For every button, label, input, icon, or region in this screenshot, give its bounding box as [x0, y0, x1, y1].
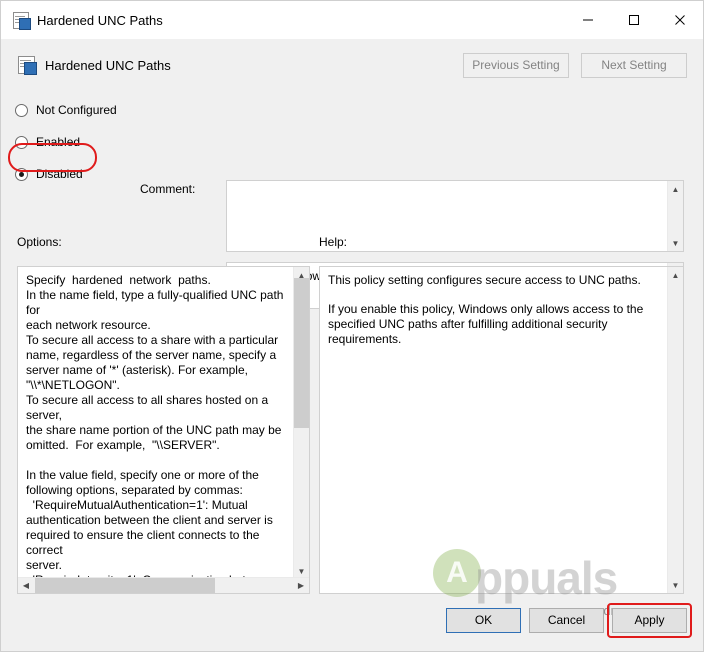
help-panel[interactable]: This policy setting configures secure ac… — [319, 266, 684, 594]
options-scroll-thumb[interactable] — [293, 278, 309, 428]
options-scroll-right-icon[interactable]: ▶ — [293, 578, 309, 594]
radio-not-configured[interactable]: Not Configured — [15, 99, 135, 121]
comment-textarea[interactable]: ▲ ▼ — [226, 180, 684, 252]
policy-setting-icon — [11, 10, 31, 30]
state-section: Not Configured Enabled Disabled Comment:… — [1, 91, 703, 309]
comment-scroll-up-icon[interactable]: ▲ — [668, 181, 684, 197]
next-setting-button[interactable]: Next Setting — [581, 52, 687, 78]
help-vertical-scrollbar[interactable]: ▲ ▼ — [667, 267, 683, 593]
cancel-button[interactable]: Cancel — [529, 608, 604, 633]
title-bar: Hardened UNC Paths — [1, 1, 703, 39]
options-panel[interactable]: Specify hardened network paths. In the n… — [17, 266, 310, 594]
help-paragraph-2: If you enable this policy, Windows only … — [328, 302, 644, 346]
radio-enabled-label: Enabled — [36, 135, 81, 149]
radio-not-configured-label: Not Configured — [36, 103, 117, 117]
ok-button[interactable]: OK — [446, 608, 521, 633]
help-scroll-up-icon[interactable]: ▲ — [668, 267, 684, 283]
options-vertical-scrollbar[interactable]: ▲ ▼ — [293, 267, 309, 579]
apply-button[interactable]: Apply — [612, 608, 687, 633]
comment-scroll-down-icon[interactable]: ▼ — [668, 235, 684, 251]
setting-header: Hardened UNC Paths Previous Setting Next… — [1, 39, 703, 91]
options-text: Specify hardened network paths. In the n… — [26, 273, 284, 593]
navigation-buttons: Previous Setting Next Setting — [463, 52, 687, 78]
dialog-buttons: OK Cancel Apply — [446, 608, 687, 633]
radio-disabled[interactable]: Disabled — [15, 163, 135, 185]
options-label: Options: — [17, 235, 62, 249]
minimize-icon[interactable] — [565, 1, 611, 39]
comment-label: Comment: — [140, 182, 196, 196]
options-hscroll-thumb[interactable] — [34, 577, 215, 593]
close-icon[interactable] — [657, 1, 703, 39]
comment-value — [227, 181, 667, 193]
maximize-icon[interactable] — [611, 1, 657, 39]
options-scroll-left-icon[interactable]: ◀ — [18, 578, 34, 594]
help-paragraph-1: This policy setting configures secure ac… — [328, 273, 641, 287]
policy-setting-icon-small — [17, 55, 37, 75]
radio-enabled-indicator[interactable] — [15, 135, 28, 149]
radio-disabled-label: Disabled — [36, 167, 83, 181]
radio-enabled[interactable]: Enabled — [15, 131, 135, 153]
previous-setting-button[interactable]: Previous Setting — [463, 52, 569, 78]
state-radio-group: Not Configured Enabled Disabled — [15, 99, 135, 195]
group-policy-setting-dialog: Hardened UNC Paths Hardened UNC Paths Pr… — [0, 0, 704, 652]
radio-not-configured-indicator[interactable] — [15, 103, 28, 117]
help-label: Help: — [319, 235, 348, 249]
options-horizontal-scrollbar[interactable]: ◀ ▶ — [18, 577, 309, 593]
comment-scrollbar[interactable]: ▲ ▼ — [667, 181, 683, 251]
help-text: This policy setting configures secure ac… — [320, 267, 665, 353]
setting-name: Hardened UNC Paths — [45, 57, 171, 73]
help-scroll-down-icon[interactable]: ▼ — [668, 577, 684, 593]
radio-disabled-indicator[interactable] — [15, 167, 28, 181]
window-title: Hardened UNC Paths — [37, 12, 163, 28]
window-controls — [565, 1, 703, 39]
